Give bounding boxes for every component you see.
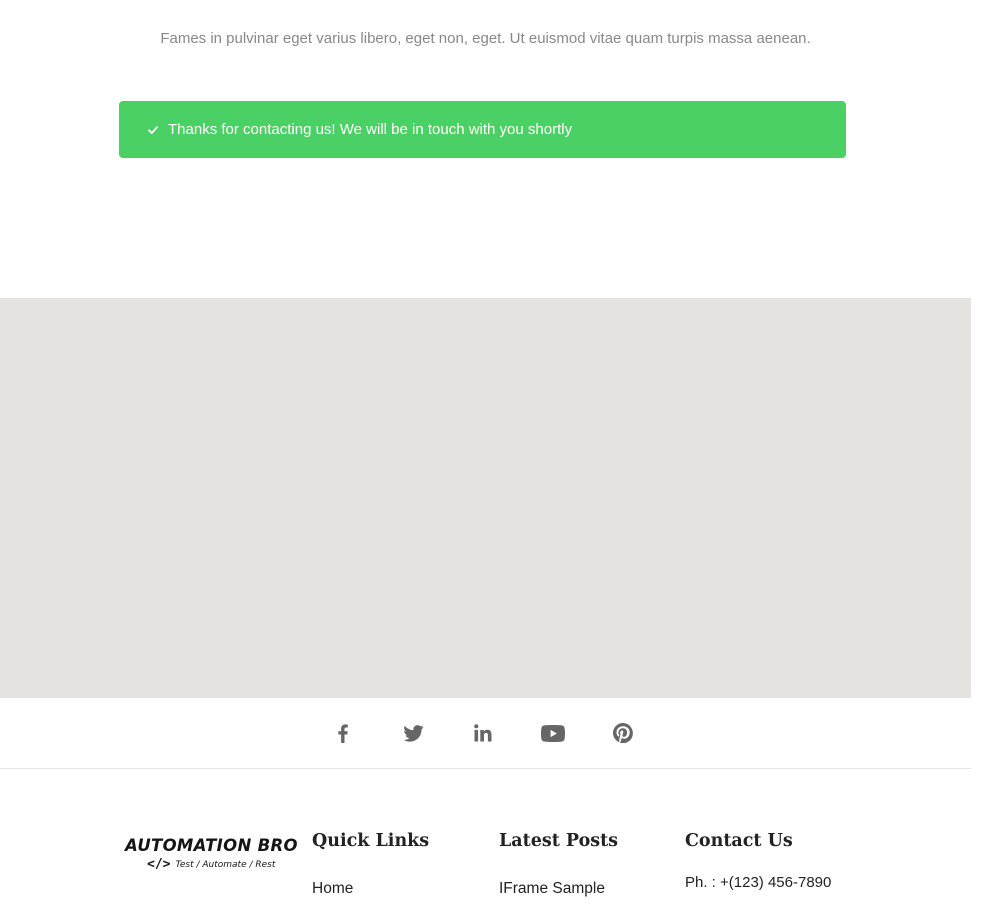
linkedin-icon[interactable] <box>470 720 496 746</box>
success-message-text: Thanks for contacting us! We will be in … <box>168 121 573 138</box>
pinterest-icon[interactable] <box>610 720 636 746</box>
footer-logo[interactable]: AUTOMATION BRO </> Test / Automate / Res… <box>125 836 298 876</box>
twitter-icon[interactable] <box>400 720 426 746</box>
quick-links-heading: Quick Links <box>312 831 430 851</box>
logo-title: AUTOMATION BRO <box>125 836 298 855</box>
success-message-banner: Thanks for contacting us! We will be in … <box>119 101 846 158</box>
facebook-icon[interactable] <box>330 720 356 746</box>
youtube-icon[interactable] <box>540 720 566 746</box>
code-icon: </> <box>147 857 171 872</box>
social-bar <box>0 698 971 769</box>
latest-posts-heading: Latest Posts <box>499 831 619 851</box>
check-icon <box>147 124 159 136</box>
logo-tagline: Test / Automate / Rest <box>175 859 276 870</box>
map-embed[interactable] <box>0 298 971 698</box>
latest-post-link[interactable]: IFrame Sample <box>499 880 605 898</box>
contact-us-heading: Contact Us <box>685 831 793 851</box>
quick-link-home[interactable]: Home <box>312 880 353 898</box>
intro-text: Fames in pulvinar eget varius libero, eg… <box>160 30 811 47</box>
contact-phone: Ph. : +(123) 456-7890 <box>685 874 832 891</box>
